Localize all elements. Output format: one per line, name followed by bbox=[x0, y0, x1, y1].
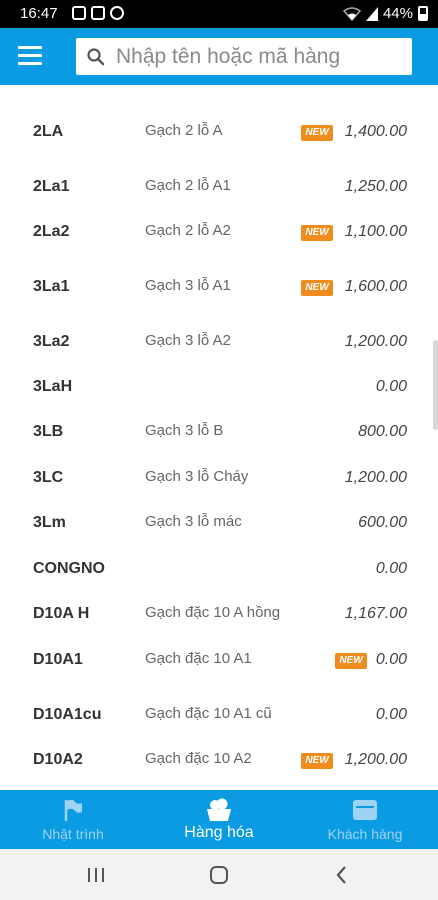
product-row[interactable]: CONGNO 0.00 bbox=[0, 554, 438, 600]
product-row[interactable]: 3LaH 0.00 bbox=[0, 372, 438, 418]
new-badge: NEW bbox=[301, 280, 333, 296]
battery-icon bbox=[418, 6, 428, 21]
status-right: 44% bbox=[342, 5, 428, 22]
account-notification-icon bbox=[110, 6, 124, 20]
product-row[interactable]: D10A H Gạch đặc 10 A hồng 1,167.00 bbox=[0, 599, 438, 645]
product-price: 800.00 bbox=[358, 423, 407, 440]
product-name: Gạch 3 lỗ Cháy bbox=[145, 468, 249, 485]
product-code: 3La2 bbox=[33, 333, 70, 350]
scroll-indicator[interactable] bbox=[433, 340, 438, 430]
product-row[interactable]: 3LC Gạch 3 lỗ Cháy 1,200.00 bbox=[0, 463, 438, 509]
recent-apps-icon[interactable] bbox=[84, 863, 108, 887]
product-code: D10A1 bbox=[33, 651, 83, 668]
product-row[interactable]: D10A1 Gạch đặc 10 A1 NEW 0.00 bbox=[0, 645, 438, 691]
wifi-icon bbox=[342, 6, 361, 21]
product-price: 1,200.00 bbox=[344, 751, 407, 768]
product-price: 1,400.00 bbox=[344, 123, 407, 140]
nav-label: Hàng hóa bbox=[184, 824, 254, 841]
product-code: 3Lm bbox=[33, 514, 66, 531]
product-row[interactable]: 2La1 Gạch 2 lỗ A1 1,250.00 bbox=[0, 172, 438, 218]
message-notification-icon bbox=[91, 6, 105, 20]
new-badge: NEW bbox=[301, 753, 333, 769]
product-name: Gạch đặc 10 A1 cũ bbox=[145, 705, 272, 722]
back-icon[interactable] bbox=[330, 863, 354, 887]
product-name: Gạch 3 lỗ B bbox=[145, 422, 224, 439]
product-price: 1,167.00 bbox=[344, 605, 407, 622]
nav-tab-khach-hang[interactable]: Khách hàng bbox=[292, 790, 438, 849]
product-name: Gạch 3 lỗ A2 bbox=[145, 332, 231, 349]
new-badge: NEW bbox=[335, 653, 367, 669]
product-code: D10A H bbox=[33, 605, 90, 622]
product-row[interactable]: 3Lm Gạch 3 lỗ mác 600.00 bbox=[0, 508, 438, 554]
product-row[interactable]: 2La2 Gạch 2 lỗ A2 NEW 1,100.00 bbox=[0, 217, 438, 263]
product-name: Gạch đặc 10 A hồng bbox=[145, 604, 281, 621]
product-row[interactable]: 3LB Gạch 3 lỗ B 800.00 bbox=[0, 417, 438, 463]
bottom-navigation: Nhật trình Hàng hóa Khách hàng bbox=[0, 790, 438, 849]
product-list: 2LA Gạch 2 lỗ A NEW 1,400.00 2La1 Gạch 2 lỗ A… bbox=[0, 85, 438, 790]
product-row[interactable]: 3La2 Gạch 3 lỗ A2 1,200.00 bbox=[0, 327, 438, 373]
product-code: 2La1 bbox=[33, 178, 70, 195]
status-time: 16:47 bbox=[20, 5, 58, 22]
battery-percent: 44% bbox=[382, 5, 413, 22]
product-row[interactable]: D10A2 Gạch đặc 10 A2 NEW 1,200.00 bbox=[0, 745, 438, 790]
product-row[interactable]: D10A1cu Gạch đặc 10 A1 cũ 0.00 bbox=[0, 700, 438, 746]
nav-tab-hang-hoa[interactable]: Hàng hóa bbox=[146, 790, 292, 849]
product-code: 3LaH bbox=[33, 378, 73, 395]
app-bar bbox=[0, 28, 438, 85]
product-price: 0.00 bbox=[375, 560, 407, 577]
product-name: Gạch đặc 10 A1 bbox=[145, 650, 252, 667]
search-box[interactable] bbox=[76, 38, 412, 75]
product-row[interactable]: 3La1 Gạch 3 lỗ A1 NEW 1,600.00 bbox=[0, 272, 438, 318]
gallery-notification-icon bbox=[72, 6, 86, 20]
contact-card-icon bbox=[353, 800, 377, 820]
product-price: 600.00 bbox=[358, 514, 407, 531]
search-input[interactable] bbox=[116, 44, 406, 69]
new-badge: NEW bbox=[301, 225, 333, 241]
product-code: 2La2 bbox=[33, 223, 70, 240]
product-code: D10A2 bbox=[33, 751, 83, 768]
product-price: 1,250.00 bbox=[344, 178, 407, 195]
product-name: Gạch đặc 10 A2 bbox=[145, 750, 252, 767]
product-code: D10A1cu bbox=[33, 706, 102, 723]
menu-button[interactable] bbox=[18, 46, 42, 66]
search-icon bbox=[76, 38, 116, 75]
new-badge: NEW bbox=[301, 125, 333, 141]
nav-tab-nhat-trinh[interactable]: Nhật trình bbox=[0, 790, 146, 849]
product-code: 3LC bbox=[33, 469, 64, 486]
product-price: 1,600.00 bbox=[344, 278, 407, 295]
home-icon[interactable] bbox=[207, 863, 231, 887]
nav-label: Khách hàng bbox=[327, 826, 403, 842]
nav-label: Nhật trình bbox=[42, 826, 104, 842]
flag-icon bbox=[64, 799, 82, 821]
product-code: 3LB bbox=[33, 423, 64, 440]
notification-icons bbox=[72, 6, 124, 20]
product-name: Gạch 3 lỗ A1 bbox=[145, 277, 231, 294]
product-name: Gạch 3 lỗ mác bbox=[145, 513, 242, 530]
signal-icon bbox=[365, 6, 378, 21]
product-price: 1,200.00 bbox=[344, 333, 407, 350]
product-price: 0.00 bbox=[375, 706, 407, 723]
product-row[interactable]: 2LA Gạch 2 lỗ A NEW 1,400.00 bbox=[0, 117, 438, 163]
product-name: Gạch 2 lỗ A2 bbox=[145, 222, 231, 239]
product-price: 1,200.00 bbox=[344, 469, 407, 486]
product-code: 2LA bbox=[33, 123, 64, 140]
product-price: 0.00 bbox=[375, 378, 407, 395]
product-price: 0.00 bbox=[375, 651, 407, 668]
system-navigation-bar bbox=[0, 849, 438, 900]
product-code: 3La1 bbox=[33, 278, 70, 295]
product-price: 1,100.00 bbox=[344, 223, 407, 240]
product-code: CONGNO bbox=[33, 560, 105, 577]
product-name: Gạch 2 lỗ A bbox=[145, 122, 223, 139]
product-name: Gạch 2 lỗ A1 bbox=[145, 177, 231, 194]
status-bar: 16:47 44% bbox=[0, 0, 438, 28]
basket-icon bbox=[207, 798, 231, 821]
